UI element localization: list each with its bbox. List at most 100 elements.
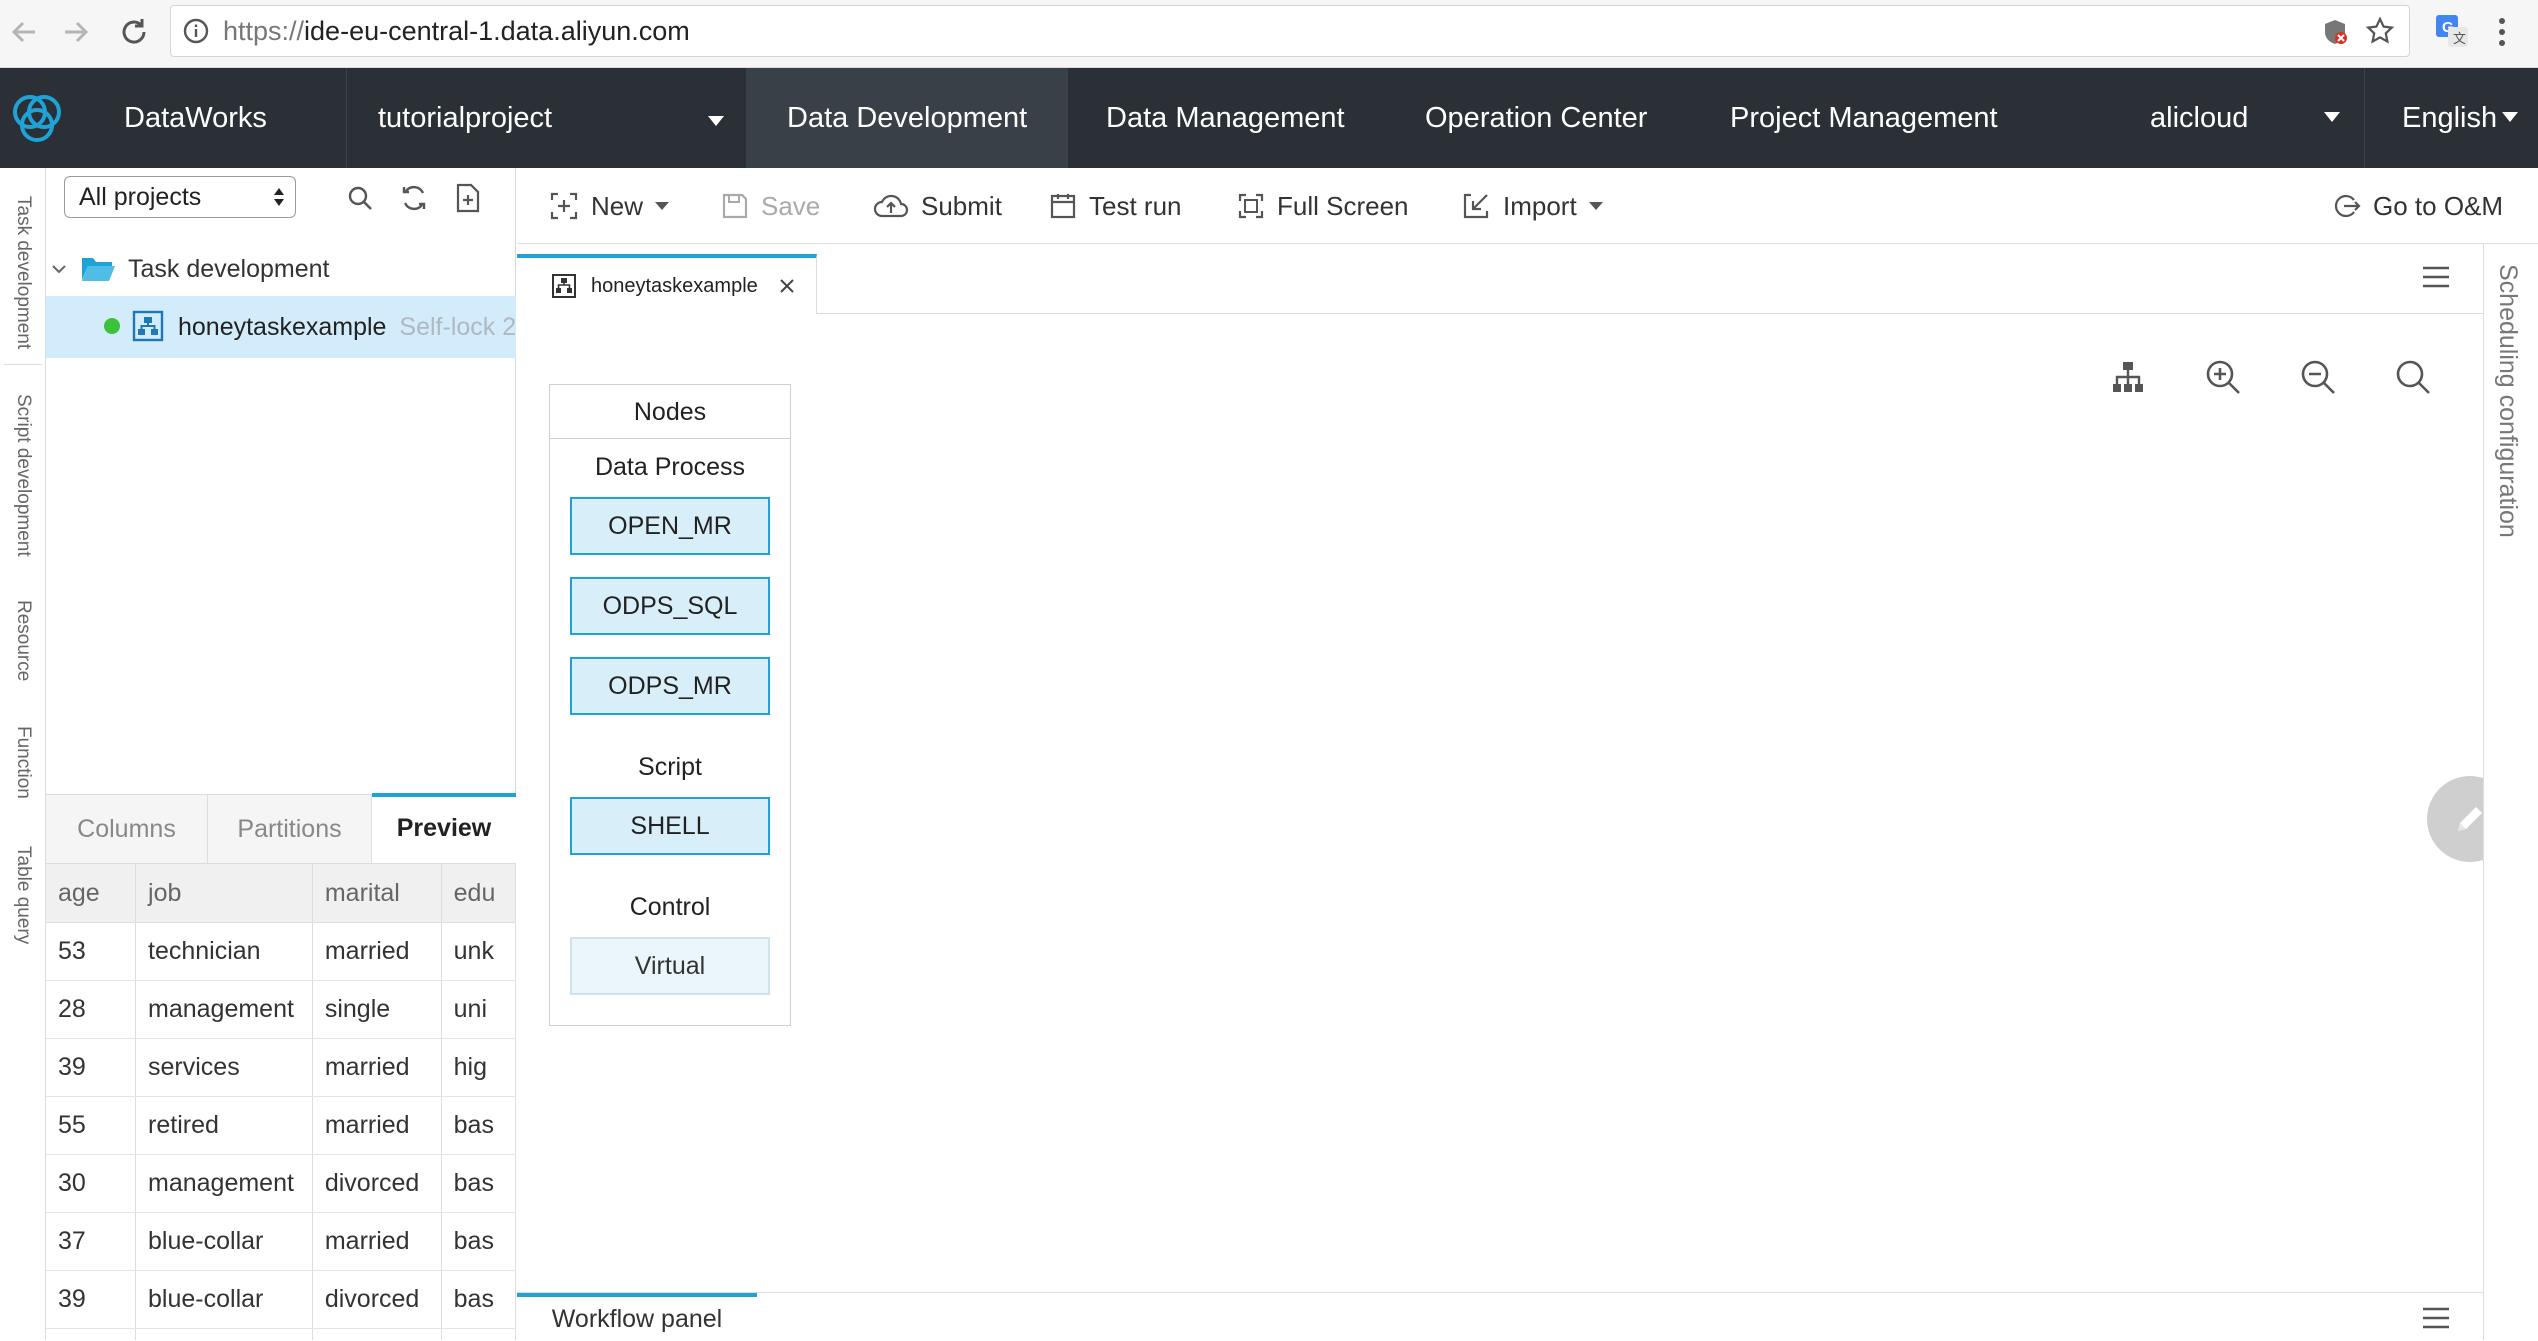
node-open-mr[interactable]: OPEN_MR bbox=[570, 497, 770, 555]
full-screen-button[interactable]: Full Screen bbox=[1237, 168, 1409, 244]
go-to-om-link[interactable]: Go to O&M bbox=[2333, 168, 2503, 244]
tree-item-honeytaskexample[interactable]: honeytaskexample Self-lock 2 bbox=[46, 296, 516, 358]
zoom-out-icon[interactable] bbox=[2293, 352, 2343, 402]
column-header[interactable]: age bbox=[46, 864, 137, 923]
table-cell: uni bbox=[441, 1328, 516, 1340]
project-dropdown-icon[interactable] bbox=[708, 116, 724, 126]
table-row: 36 admin married uni bbox=[46, 1328, 516, 1340]
nav-operation-center[interactable]: Operation Center bbox=[1425, 68, 1647, 168]
import-label: Import bbox=[1503, 190, 1577, 221]
editor-tab-bar: honeytaskexample bbox=[517, 244, 2483, 314]
search-icon[interactable] bbox=[342, 180, 378, 216]
blocked-content-icon[interactable] bbox=[2321, 18, 2349, 46]
user-dropdown-icon[interactable] bbox=[2324, 112, 2340, 122]
palette-section-data-process: Data Process bbox=[594, 453, 746, 481]
table-row: 55 retired married bas bbox=[46, 1096, 516, 1155]
bookmark-star-icon[interactable] bbox=[2365, 16, 2395, 46]
translate-extension-icon[interactable]: G文 bbox=[2434, 13, 2470, 49]
table-cell: unk bbox=[441, 922, 516, 981]
rail-label: Table query bbox=[13, 846, 34, 945]
palette-title: Nodes bbox=[550, 385, 790, 439]
go-to-om-label: Go to O&M bbox=[2373, 190, 2504, 221]
table-cell: 53 bbox=[46, 922, 137, 981]
project-switcher[interactable]: tutorialproject bbox=[378, 68, 552, 168]
rail-resource[interactable]: Resource bbox=[0, 600, 46, 700]
chevron-down-icon bbox=[655, 202, 670, 210]
browser-toolbar: https://ide-eu-central-1.data.aliyun.com… bbox=[0, 0, 2538, 68]
user-menu[interactable]: alicloud bbox=[2150, 68, 2248, 168]
table-cell: management bbox=[135, 1154, 313, 1213]
tab-partitions[interactable]: Partitions bbox=[208, 795, 372, 863]
node-odps-sql[interactable]: ODPS_SQL bbox=[570, 577, 770, 635]
test-run-button[interactable]: Test run bbox=[1049, 168, 1182, 244]
project-select[interactable]: All projects bbox=[64, 176, 296, 218]
submit-button[interactable]: Submit bbox=[873, 168, 1002, 244]
language-switcher[interactable]: English bbox=[2402, 68, 2497, 168]
table-cell: married bbox=[312, 922, 442, 981]
dataworks-logo-icon[interactable] bbox=[6, 88, 68, 150]
exit-icon bbox=[2334, 194, 2361, 218]
rail-label: Function bbox=[13, 726, 34, 799]
node-shell[interactable]: SHELL bbox=[570, 797, 770, 855]
save-button[interactable]: Save bbox=[721, 168, 820, 244]
forward-icon[interactable] bbox=[54, 10, 98, 54]
tab-honeytaskexample[interactable]: honeytaskexample bbox=[517, 254, 817, 314]
browser-menu-icon[interactable] bbox=[2496, 14, 2508, 50]
table-cell: 30 bbox=[46, 1154, 137, 1213]
table-cell: services bbox=[135, 1038, 313, 1097]
rail-table-query[interactable]: Table query bbox=[0, 846, 46, 966]
header-divider bbox=[2364, 68, 2365, 168]
refresh-icon[interactable] bbox=[396, 180, 432, 216]
column-header[interactable]: edu bbox=[441, 864, 516, 923]
column-header[interactable]: job bbox=[135, 864, 313, 923]
reload-icon[interactable] bbox=[112, 10, 156, 54]
tree-folder-task-development[interactable]: Task development bbox=[50, 248, 510, 290]
right-rail: Scheduling configuration bbox=[2483, 244, 2538, 1340]
column-header[interactable]: marital bbox=[312, 864, 442, 923]
hamburger-menu-icon[interactable] bbox=[2421, 264, 2451, 290]
import-button[interactable]: Import bbox=[1461, 168, 1603, 244]
status-dot bbox=[104, 318, 120, 334]
workflow-node-icon bbox=[132, 310, 164, 342]
tab-preview[interactable]: Preview bbox=[372, 793, 516, 863]
node-palette: Nodes Data Process OPEN_MR ODPS_SQL ODPS… bbox=[549, 384, 791, 1026]
table-cell: single bbox=[312, 980, 442, 1039]
palette-section-script: Script bbox=[638, 753, 702, 781]
language-dropdown-icon[interactable] bbox=[2502, 112, 2518, 122]
preview-table-container[interactable]: age job marital edu 53 technician marrie… bbox=[46, 864, 516, 1340]
node-virtual[interactable]: Virtual bbox=[570, 937, 770, 995]
nav-data-management[interactable]: Data Management bbox=[1106, 68, 1345, 168]
table-row: 39 blue-collar divorced bas bbox=[46, 1270, 516, 1329]
zoom-in-icon[interactable] bbox=[2198, 352, 2248, 402]
workflow-canvas[interactable]: Nodes Data Process OPEN_MR ODPS_SQL ODPS… bbox=[517, 314, 2513, 1292]
hamburger-menu-icon[interactable] bbox=[2421, 1305, 2451, 1331]
rail-function[interactable]: Function bbox=[0, 726, 46, 826]
info-icon[interactable] bbox=[183, 18, 209, 44]
rail-task-development[interactable]: Task development bbox=[0, 196, 46, 396]
rail-script-development[interactable]: Script development bbox=[0, 394, 46, 594]
tab-columns[interactable]: Columns bbox=[46, 795, 208, 863]
table-cell: hig bbox=[441, 1038, 516, 1097]
close-icon[interactable] bbox=[778, 277, 796, 295]
table-cell: management bbox=[135, 980, 313, 1039]
scheduling-configuration-tab[interactable]: Scheduling configuration bbox=[2484, 244, 2538, 564]
chevron-down-icon bbox=[1588, 202, 1603, 210]
brand-name[interactable]: DataWorks bbox=[124, 68, 267, 168]
nav-data-development[interactable]: Data Development bbox=[787, 68, 1027, 168]
nav-project-management[interactable]: Project Management bbox=[1730, 68, 1998, 168]
back-icon[interactable] bbox=[2, 10, 46, 54]
svg-text:文: 文 bbox=[2453, 31, 2466, 46]
workflow-panel-tab[interactable]: Workflow panel bbox=[517, 1293, 757, 1341]
full-screen-icon bbox=[1238, 193, 1264, 219]
project-select-value: All projects bbox=[79, 183, 202, 211]
cloud-upload-icon bbox=[873, 194, 909, 218]
auto-layout-icon[interactable] bbox=[2103, 352, 2153, 402]
new-file-icon[interactable] bbox=[450, 180, 486, 216]
lock-status: Self-lock 2 bbox=[399, 313, 517, 341]
submit-label: Submit bbox=[921, 190, 1002, 221]
node-odps-mr[interactable]: ODPS_MR bbox=[570, 657, 770, 715]
chevron-down-icon[interactable] bbox=[50, 260, 68, 278]
new-button[interactable]: New bbox=[549, 168, 670, 244]
address-bar[interactable]: https://ide-eu-central-1.data.aliyun.com bbox=[170, 5, 2410, 57]
search-icon[interactable] bbox=[2388, 352, 2438, 402]
